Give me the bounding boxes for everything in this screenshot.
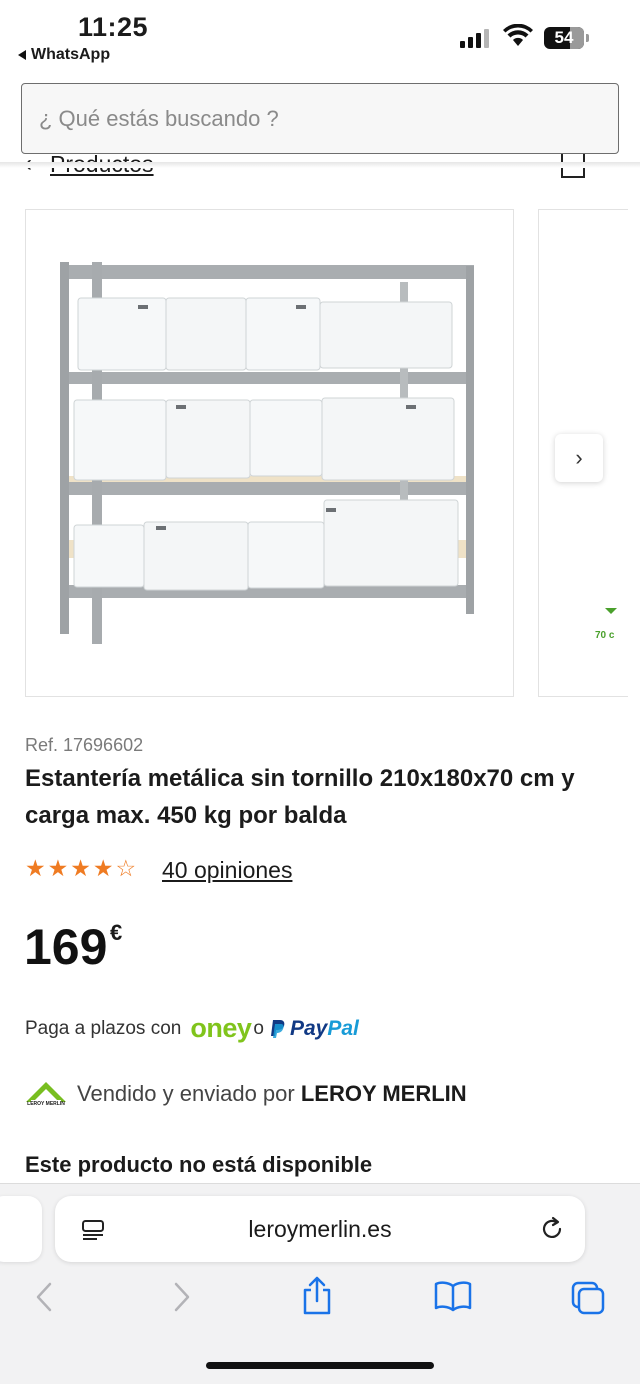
rating-stars: ★ ★ ★ ★ ☆ (25, 857, 136, 880)
seller-prefix: Vendido y enviado por (77, 1081, 295, 1106)
status-bar: 11:25 WhatsApp 54 (0, 0, 640, 72)
home-indicator (206, 1362, 434, 1369)
reload-icon[interactable] (539, 1216, 565, 1242)
paypal-p-icon (270, 1019, 285, 1038)
seller-name: LEROY MERLIN (300, 1081, 467, 1106)
battery-icon: 54 (544, 27, 589, 49)
paypal-text-2: Pal (327, 1016, 359, 1040)
paypal-text-1: Pay (289, 1016, 328, 1040)
url-text: leroymerlin.es (248, 1216, 392, 1242)
wifi-icon (503, 24, 533, 46)
search-box[interactable] (21, 83, 619, 154)
product-image-card[interactable] (25, 209, 514, 697)
product-title: Estantería metálica sin tornillo 210x180… (25, 765, 575, 829)
previous-tab-preview[interactable] (0, 1196, 42, 1262)
dimension-label: 70 c (595, 630, 615, 641)
cellular-signal-icon (460, 28, 489, 48)
bookmarks-icon[interactable] (434, 1280, 472, 1312)
back-app-label: WhatsApp (31, 46, 111, 63)
back-arrow-icon[interactable] (32, 1280, 56, 1314)
price: 169 (24, 919, 108, 975)
seller-row: LEROY MERLIN Vendido y enviado por LEROY… (25, 1080, 467, 1108)
star-full-icon: ★ (47, 855, 69, 881)
gallery-next-button[interactable]: › (555, 434, 603, 482)
star-full-icon: ★ (70, 855, 91, 881)
star-full-icon: ★ (25, 855, 46, 881)
forward-arrow-icon[interactable] (170, 1280, 194, 1314)
search-shadow (0, 162, 640, 168)
chevron-right-icon: › (575, 445, 583, 470)
address-bar[interactable]: leroymerlin.es (55, 1196, 585, 1262)
installments-row: Paga a plazos con oney o PayPal (25, 1013, 359, 1044)
browser-toolbar: leroymerlin.es (0, 1183, 640, 1384)
leroy-merlin-logo-icon: LEROY MERLIN (26, 1082, 66, 1107)
svg-text:LEROY MERLIN: LEROY MERLIN (27, 1101, 65, 1107)
product-reference: Ref. 17696602 (25, 735, 144, 755)
tabs-icon[interactable] (570, 1280, 606, 1316)
installments-label: Paga a plazos con (25, 1017, 182, 1039)
price-currency: € (110, 920, 123, 945)
status-time: 11:25 (78, 12, 149, 42)
metal-shelf-image (60, 262, 474, 644)
reviews-link[interactable]: 40 opiniones (162, 857, 292, 884)
star-full-icon: ★ (92, 855, 114, 881)
browser-nav-row (0, 1276, 640, 1320)
back-to-app-button[interactable]: WhatsApp (18, 46, 110, 64)
star-outline-icon: ☆ (115, 855, 137, 881)
availability-status: Este producto no está disponible (25, 1152, 373, 1177)
battery-level: 54 (554, 28, 574, 47)
share-icon[interactable] (300, 1276, 334, 1316)
back-triangle-icon (18, 50, 26, 60)
search-input[interactable] (39, 105, 618, 132)
paypal-logo[interactable]: PayPal (270, 1017, 359, 1041)
installments-or: o (253, 1017, 264, 1039)
oney-logo[interactable]: oney (190, 1013, 252, 1044)
